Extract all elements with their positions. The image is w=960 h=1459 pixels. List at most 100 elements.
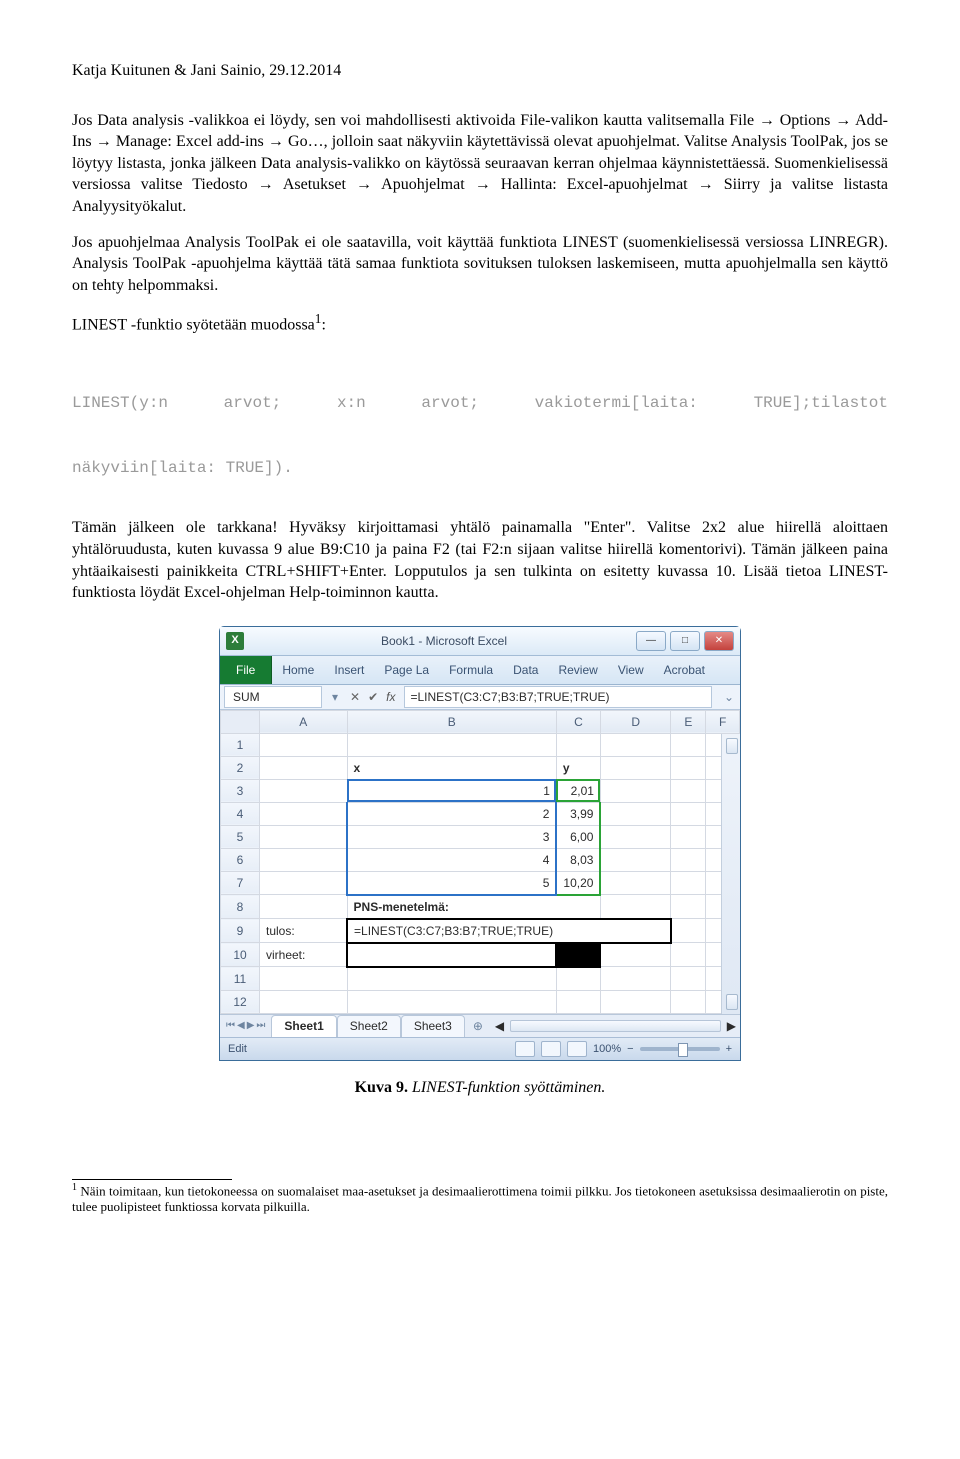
sheet-tab-2[interactable]: Sheet2 (337, 1015, 401, 1036)
sheet-nav-last-icon[interactable]: ⏭ (256, 1019, 265, 1033)
formula-input[interactable]: =LINEST(C3:C7;B3:B7;TRUE;TRUE) (404, 686, 712, 708)
cell-C5[interactable]: 6,00 (556, 825, 600, 848)
footnote-text: Näin toimitaan, kun tietokoneessa on suo… (72, 1183, 888, 1214)
view-pagelayout-icon[interactable] (541, 1041, 561, 1057)
zoom-slider[interactable] (640, 1047, 720, 1051)
sheet-area: A B C D E F 1 2 x y 3 1 2,01 4 2 (220, 710, 740, 1014)
row-1[interactable]: 1 (221, 733, 260, 756)
cell-B4[interactable]: 2 (347, 802, 556, 825)
view-normal-icon[interactable] (515, 1041, 535, 1057)
row-7[interactable]: 7 (221, 871, 260, 895)
p3-suffix: : (321, 317, 325, 334)
cell-A9[interactable]: tulos: (260, 919, 348, 943)
row-2[interactable]: 2 (221, 756, 260, 779)
tab-home[interactable]: Home (272, 656, 324, 684)
select-all-corner[interactable] (221, 710, 260, 733)
code-l1b: arvot; (224, 393, 282, 415)
hscroll-right-icon[interactable]: ▶ (727, 1018, 736, 1034)
col-A[interactable]: A (260, 710, 348, 733)
horizontal-scrollbar[interactable]: ◀ ▶ (491, 1018, 740, 1034)
col-C[interactable]: C (556, 710, 600, 733)
tab-insert[interactable]: Insert (324, 656, 374, 684)
tab-review[interactable]: Review (548, 656, 607, 684)
cell-B3[interactable]: 1 (347, 779, 556, 802)
hscroll-left-icon[interactable]: ◀ (495, 1018, 504, 1034)
col-B[interactable]: B (347, 710, 556, 733)
worksheet-grid[interactable]: A B C D E F 1 2 x y 3 1 2,01 4 2 (220, 710, 740, 1014)
paragraph-2: Jos apuohjelmaa Analysis ToolPak ei ole … (72, 232, 888, 297)
tab-pagelayout[interactable]: Page La (374, 656, 439, 684)
paragraph-4: Tämän jälkeen ole tarkkana! Hyväksy kirj… (72, 517, 888, 603)
p3-prefix: LINEST -funktio syötetään muodossa (72, 317, 315, 334)
excel-icon: X (226, 632, 244, 650)
cell-C2[interactable]: y (556, 756, 600, 779)
code-l1c: x:n (337, 393, 366, 415)
tab-data[interactable]: Data (503, 656, 548, 684)
code-block: LINEST(y:n arvot; x:n arvot; vakiotermi[… (72, 350, 888, 501)
add-sheet-icon[interactable]: ⊕ (465, 1018, 491, 1034)
vertical-scrollbar[interactable] (721, 734, 740, 1014)
row-3[interactable]: 3 (221, 779, 260, 802)
cell-C4[interactable]: 3,99 (556, 802, 600, 825)
paragraph-3: LINEST -funktio syötetään muodossa1: (72, 310, 888, 336)
caption-bold: Kuva 9. (355, 1079, 408, 1096)
namebox-dropdown-icon[interactable]: ▾ (326, 689, 344, 705)
tab-acrobat[interactable]: Acrobat (654, 656, 715, 684)
page-header: Katja Kuitunen & Jani Sainio, 29.12.2014 (72, 60, 888, 82)
cell-C6[interactable]: 8,03 (556, 848, 600, 871)
cell-C7[interactable]: 10,20 (556, 871, 600, 895)
col-F[interactable]: F (706, 710, 740, 733)
cell-B6[interactable]: 4 (347, 848, 556, 871)
zoom-in-icon[interactable]: + (726, 1042, 732, 1057)
cell-B7[interactable]: 5 (347, 871, 556, 895)
sheet-tab-3[interactable]: Sheet3 (401, 1015, 465, 1036)
formula-bar: SUM ▾ ✕ ✔ fx =LINEST(C3:C7;B3:B7;TRUE;TR… (220, 685, 740, 710)
accept-icon[interactable]: ✔ (368, 689, 378, 705)
maximize-button[interactable]: □ (670, 631, 700, 651)
cell-B8[interactable]: PNS-menetelmä: (347, 895, 600, 919)
fx-icon[interactable]: fx (386, 689, 395, 705)
row-6[interactable]: 6 (221, 848, 260, 871)
close-button[interactable]: ✕ (704, 631, 734, 651)
cell-B2[interactable]: x (347, 756, 556, 779)
titlebar: X Book1 - Microsoft Excel — □ ✕ (220, 627, 740, 656)
cell-A10[interactable]: virheet: (260, 943, 348, 967)
footnote: 1 Näin toimitaan, kun tietokoneessa on s… (72, 1182, 888, 1216)
cancel-icon[interactable]: ✕ (350, 689, 360, 705)
sheet-nav-prev-icon[interactable]: ◀ (237, 1019, 245, 1033)
code-l1a: LINEST(y:n (72, 393, 168, 415)
sheet-nav-first-icon[interactable]: ⏮ (226, 1019, 235, 1033)
sheet-nav-next-icon[interactable]: ▶ (247, 1019, 255, 1033)
status-mode: Edit (228, 1042, 247, 1057)
code-l1e: vakiotermi[laita: (535, 393, 698, 415)
window-title: Book1 - Microsoft Excel (252, 633, 636, 649)
tab-file[interactable]: File (220, 656, 272, 684)
row-11[interactable]: 11 (221, 967, 260, 991)
sheet-tab-1[interactable]: Sheet1 (271, 1015, 336, 1036)
paragraph-1: Jos Data analysis -valikkoa ei löydy, se… (72, 110, 888, 218)
row-12[interactable]: 12 (221, 990, 260, 1013)
row-10[interactable]: 10 (221, 943, 260, 967)
formulabar-expand-icon[interactable]: ⌄ (718, 689, 740, 705)
cell-B5[interactable]: 3 (347, 825, 556, 848)
cell-C3[interactable]: 2,01 (556, 779, 600, 802)
view-pagebreak-icon[interactable] (567, 1041, 587, 1057)
tab-formulas[interactable]: Formula (439, 656, 503, 684)
row-8[interactable]: 8 (221, 895, 260, 919)
sheet-tabs-bar: ⏮ ◀ ▶ ⏭ Sheet1 Sheet2 Sheet3 ⊕ ◀ ▶ (220, 1014, 740, 1037)
footnote-separator (72, 1179, 232, 1180)
statusbar: Edit 100% − + (220, 1037, 740, 1060)
row-4[interactable]: 4 (221, 802, 260, 825)
cell-B9-edit[interactable]: =LINEST(C3:C7;B3:B7;TRUE;TRUE) (347, 919, 671, 943)
zoom-out-icon[interactable]: − (627, 1042, 633, 1057)
code-l1f: TRUE];tilastot (754, 393, 888, 415)
name-box[interactable]: SUM (224, 686, 322, 708)
code-l2: näkyviin[laita: TRUE]). (72, 458, 888, 480)
zoom-label: 100% (593, 1042, 621, 1057)
row-9[interactable]: 9 (221, 919, 260, 943)
col-E[interactable]: E (671, 710, 706, 733)
col-D[interactable]: D (600, 710, 671, 733)
minimize-button[interactable]: — (636, 631, 666, 651)
row-5[interactable]: 5 (221, 825, 260, 848)
tab-view[interactable]: View (608, 656, 654, 684)
